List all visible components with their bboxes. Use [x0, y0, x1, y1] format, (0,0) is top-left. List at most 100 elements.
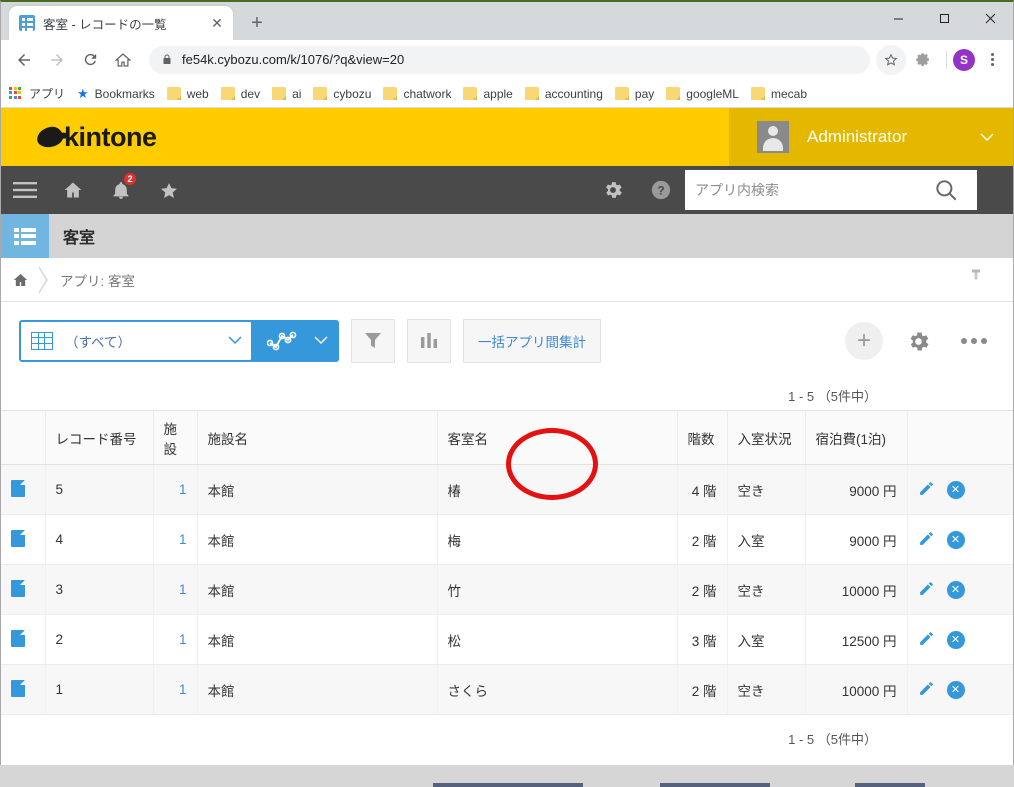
- record-document-icon[interactable]: [11, 679, 25, 697]
- graph-view-button[interactable]: [251, 322, 313, 360]
- extension-gear-icon[interactable]: [910, 47, 936, 73]
- delete-icon[interactable]: ✕: [946, 680, 965, 699]
- row-open-icon-cell[interactable]: [1, 564, 46, 615]
- pencil-icon[interactable]: [918, 580, 935, 600]
- breadcrumb-text[interactable]: アプリ: 客室: [60, 270, 135, 290]
- taskbar-item[interactable]: [855, 783, 925, 787]
- view-selector-main[interactable]: （すべて）: [21, 322, 251, 360]
- row-open-icon-cell[interactable]: [1, 614, 46, 665]
- record-document-icon[interactable]: [11, 629, 25, 647]
- aggregate-apps-button[interactable]: 一括アプリ間集計: [463, 319, 601, 363]
- cell-status: 空き: [727, 664, 806, 715]
- cell-floor: 2 階: [677, 564, 728, 615]
- tab-close-icon[interactable]: ✕: [207, 13, 227, 33]
- pencil-icon[interactable]: [918, 530, 935, 550]
- pencil-icon[interactable]: [918, 480, 935, 500]
- address-bar[interactable]: fe54k.cybozu.com/k/1076/?q&view=20: [149, 45, 870, 74]
- pin-icon[interactable]: [969, 268, 983, 291]
- kintone-logo-area[interactable]: kintone: [1, 108, 729, 166]
- search-button[interactable]: [915, 170, 977, 210]
- new-tab-button[interactable]: +: [243, 9, 271, 37]
- navbar-spacer: [193, 166, 589, 214]
- cell-facility[interactable]: 1: [153, 464, 198, 515]
- nav-home-icon[interactable]: [49, 166, 97, 214]
- col-header-floor[interactable]: 階数: [677, 410, 728, 465]
- nav-settings-gear-icon[interactable]: [589, 166, 637, 214]
- close-button[interactable]: [967, 2, 1013, 34]
- col-header-room-name[interactable]: 客室名: [437, 410, 678, 465]
- col-header-facility-name[interactable]: 施設名: [197, 410, 438, 465]
- folder-icon: [313, 87, 328, 100]
- home-icon[interactable]: [108, 45, 138, 75]
- chrome-menu-icon[interactable]: [979, 45, 1005, 75]
- cell-facility[interactable]: 1: [153, 564, 198, 615]
- search-input[interactable]: [685, 170, 915, 210]
- breadcrumb-home-icon[interactable]: [1, 272, 39, 288]
- minimize-button[interactable]: [875, 2, 921, 34]
- cell-facility[interactable]: 1: [153, 514, 198, 565]
- bookmark-item-cybozu[interactable]: cybozu: [313, 87, 371, 101]
- bookmark-item-ai[interactable]: ai: [272, 87, 301, 101]
- app-settings-gear-icon[interactable]: [897, 320, 939, 362]
- browser-tab[interactable]: 客室 - レコードの一覧 ✕: [9, 6, 233, 40]
- cell-facility[interactable]: 1: [153, 614, 198, 665]
- record-document-icon[interactable]: [11, 579, 25, 597]
- hamburger-menu-icon[interactable]: [1, 166, 49, 214]
- col-header-price[interactable]: 宿泊費(1泊): [805, 410, 908, 465]
- filter-icon: [365, 333, 381, 348]
- col-header-facility[interactable]: 施設: [153, 410, 198, 465]
- bookmark-star-icon[interactable]: [876, 44, 906, 75]
- back-icon[interactable]: [9, 45, 39, 75]
- record-document-icon[interactable]: [11, 479, 25, 497]
- bookmark-item-pay[interactable]: pay: [614, 87, 654, 101]
- table-row[interactable]: 5 1 本館 椿 4 階 空き 9000 円 ✕: [1, 464, 1013, 515]
- taskbar-item[interactable]: [433, 783, 583, 787]
- bookmark-label: dev: [240, 86, 261, 101]
- bookmark-item-accounting[interactable]: accounting: [524, 87, 603, 101]
- col-header-record-no[interactable]: レコード番号: [45, 410, 154, 465]
- add-record-button[interactable]: +: [845, 322, 883, 360]
- bar-chart-icon: [421, 333, 437, 348]
- bookmark-item-mecab[interactable]: mecab: [750, 87, 807, 101]
- chevron-down-icon[interactable]: [313, 334, 329, 348]
- table-row[interactable]: 4 1 本館 梅 2 階 入室 9000 円 ✕: [1, 514, 1013, 565]
- bookmark-item-chatwork[interactable]: chatwork: [383, 87, 451, 101]
- reload-icon[interactable]: [75, 45, 105, 75]
- bookmark-item-apple[interactable]: apple: [463, 87, 513, 101]
- record-document-icon[interactable]: [11, 529, 25, 547]
- chart-button[interactable]: [407, 319, 451, 363]
- taskbar-item[interactable]: [660, 783, 770, 787]
- row-open-icon-cell[interactable]: [1, 664, 46, 715]
- more-options-button[interactable]: [953, 320, 995, 362]
- cell-facility[interactable]: 1: [153, 664, 198, 715]
- maximize-button[interactable]: [921, 2, 967, 34]
- filter-button[interactable]: [351, 319, 395, 363]
- bookmark-item-apps[interactable]: アプリ: [9, 85, 65, 102]
- folder-icon: [383, 87, 398, 100]
- user-menu[interactable]: Administrator: [729, 108, 1013, 166]
- bookmark-item-bookmarks[interactable]: ★ Bookmarks: [77, 86, 155, 102]
- row-open-icon-cell[interactable]: [1, 514, 46, 565]
- delete-icon[interactable]: ✕: [946, 630, 965, 649]
- nav-favorites-icon[interactable]: [145, 166, 193, 214]
- bookmark-item-web[interactable]: web: [166, 87, 209, 101]
- nav-help-icon[interactable]: ?: [637, 166, 685, 214]
- delete-icon[interactable]: ✕: [946, 530, 965, 549]
- delete-icon[interactable]: ✕: [946, 580, 965, 599]
- pencil-icon[interactable]: [918, 630, 935, 650]
- row-open-icon-cell[interactable]: [1, 464, 46, 515]
- profile-avatar[interactable]: S: [953, 48, 975, 71]
- table-row[interactable]: 3 1 本館 竹 2 階 空き 10000 円 ✕: [1, 564, 1013, 615]
- bookmark-label: ai: [292, 86, 302, 101]
- cell-floor: 4 階: [677, 464, 728, 515]
- bookmark-item-googleml[interactable]: googleML: [666, 87, 739, 101]
- pencil-icon[interactable]: [918, 680, 935, 700]
- table-row[interactable]: 1 1 本館 さくら 2 階 空き 10000 円 ✕: [1, 664, 1013, 715]
- delete-icon[interactable]: ✕: [946, 480, 965, 499]
- nav-notifications-icon[interactable]: 2: [97, 166, 145, 214]
- col-header-status[interactable]: 入室状況: [727, 410, 806, 465]
- table-row[interactable]: 2 1 本館 松 3 階 入室 12500 円 ✕: [1, 614, 1013, 665]
- view-selector[interactable]: （すべて）: [19, 320, 339, 362]
- forward-icon[interactable]: [42, 45, 72, 75]
- bookmark-item-dev[interactable]: dev: [220, 86, 261, 101]
